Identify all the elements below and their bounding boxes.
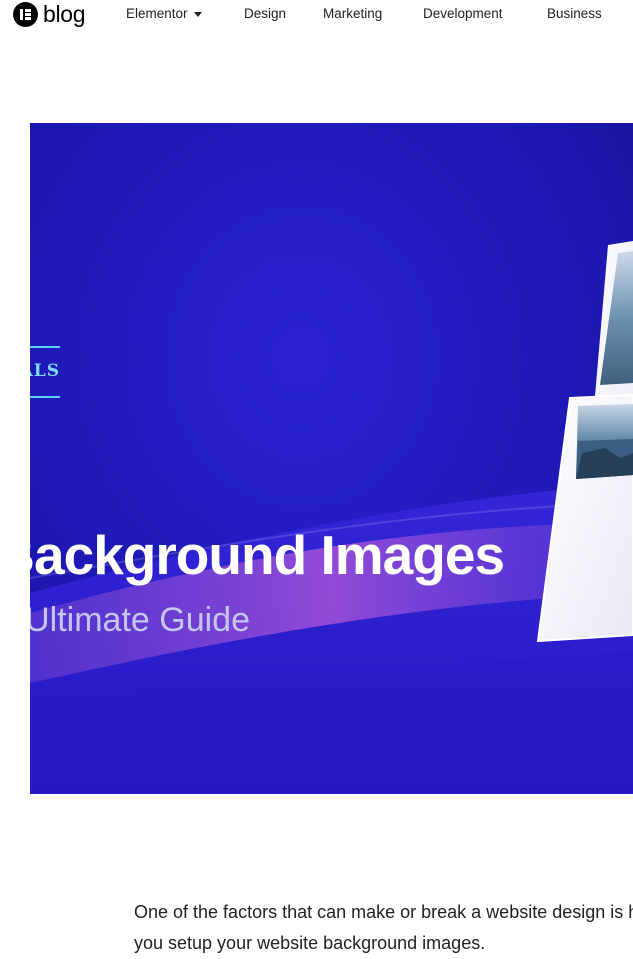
hero-subtitle: The Ultimate Guide: [30, 599, 260, 641]
elementor-logo-icon: [13, 2, 38, 27]
hero-subtitle-text: The Ultimate Guide: [30, 601, 250, 639]
hero-image: TUTORIALS Background Images The Ultimate…: [30, 123, 633, 794]
nav-item-marketing[interactable]: Marketing: [323, 6, 382, 22]
category-label: TUTORIALS: [30, 361, 60, 381]
logo-text: blog: [43, 1, 86, 27]
nav-item-business[interactable]: Business: [547, 6, 602, 22]
nav-item-elementor[interactable]: Elementor: [126, 6, 202, 22]
chevron-down-icon: [193, 11, 202, 17]
hero-title-text: Background Images: [30, 524, 505, 586]
nav-item-label: Elementor: [126, 6, 188, 21]
intro-line: you setup your website background images…: [134, 933, 486, 953]
intro-line: One of the factors that can make or brea…: [134, 902, 633, 922]
hero-title: Background Images: [30, 521, 516, 591]
site-header: blog Elementor Design Marketing Developm…: [0, 0, 633, 30]
nav-item-design[interactable]: Design: [244, 6, 286, 22]
hero-background: [30, 123, 633, 794]
article-intro: One of the factors that can make or brea…: [134, 897, 633, 959]
blog-logo-link[interactable]: blog: [13, 1, 86, 27]
nav-item-development[interactable]: Development: [423, 6, 503, 22]
